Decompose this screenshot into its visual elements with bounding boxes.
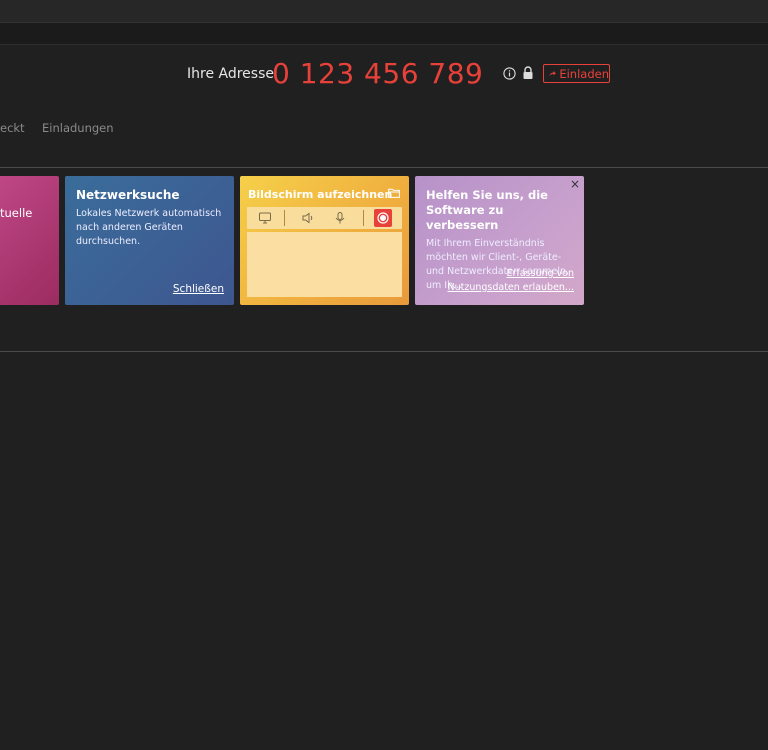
tab-invitations[interactable]: Einladungen	[42, 121, 114, 135]
card-network-text: Lokales Netzwerk automatisch nach andere…	[76, 208, 222, 247]
divider-bottom	[0, 351, 768, 352]
card-network-search: Netzwerksuche Lokales Netzwerk automatis…	[65, 176, 234, 305]
window-sub-bar	[0, 23, 768, 45]
invite-label: Einladen	[559, 66, 609, 81]
close-link[interactable]: Schließen	[173, 283, 224, 295]
address-row: Ihre Adresse 0 123 456 789 Einladen	[0, 55, 768, 95]
card-partial[interactable]: tuelle	[0, 176, 59, 305]
share-arrow-icon	[549, 70, 556, 77]
toolbar-separator	[284, 210, 285, 226]
card-network-title: Netzwerksuche	[76, 188, 180, 202]
lock-icon[interactable]	[522, 66, 534, 80]
record-icon	[377, 212, 389, 224]
card-screen-record: Bildschirm aufzeichnen	[240, 176, 409, 305]
address-label: Ihre Adresse	[187, 66, 274, 82]
card-help-improve: × Helfen Sie uns, die Software zu verbes…	[415, 176, 584, 305]
card-help-title: Helfen Sie uns, die Software zu verbesse…	[426, 188, 548, 232]
info-icon[interactable]	[503, 67, 516, 80]
close-icon[interactable]: ×	[570, 177, 580, 191]
folder-icon[interactable]	[388, 188, 400, 198]
invite-button[interactable]: Einladen	[543, 64, 610, 83]
microphone-icon[interactable]	[333, 211, 347, 225]
card-partial-text: tuelle	[0, 206, 33, 220]
address-number: 0 123 456 789	[272, 57, 484, 90]
monitor-icon[interactable]	[258, 211, 272, 225]
record-preview-area	[247, 232, 402, 297]
divider-top	[0, 167, 768, 168]
card-record-title: Bildschirm aufzeichnen	[248, 188, 393, 201]
tab-partial[interactable]: eckt	[0, 121, 25, 135]
speaker-icon[interactable]	[301, 211, 315, 225]
allow-usage-data-link[interactable]: Erfassung von Nutzungsdaten erlauben...	[434, 267, 574, 295]
toolbar-separator	[363, 210, 364, 226]
record-button[interactable]	[374, 209, 392, 227]
record-toolbar	[247, 207, 402, 229]
window-top-bar	[0, 0, 768, 23]
